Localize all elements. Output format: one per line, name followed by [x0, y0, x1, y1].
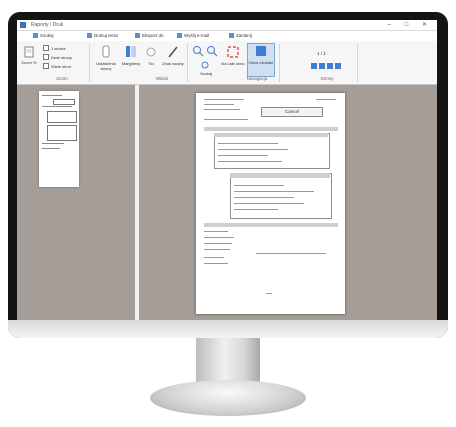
zoom-out-button[interactable] — [205, 45, 219, 59]
search-icon — [33, 33, 38, 38]
thumbnail-panel — [17, 85, 135, 320]
zoom-out-icon — [207, 46, 218, 57]
export-icon — [135, 33, 140, 38]
margins-icon — [126, 46, 136, 57]
zoom-percent-button[interactable]: Zoom % — [21, 46, 37, 65]
window-title: Raporty / Druk — [31, 22, 64, 28]
export-button[interactable]: Eksport do — [135, 31, 164, 41]
zoom-in-button[interactable] — [191, 45, 205, 59]
group-separator — [187, 44, 188, 82]
screen: Raporty / Druk – □ ✕ Szukaj Drukuj teraz… — [17, 20, 437, 320]
document-page: Cancel — [196, 93, 345, 314]
view-group-label: Widok — [155, 76, 169, 81]
zoom-option-many-pages[interactable]: Wiele stron — [43, 63, 71, 69]
page-setup-icon — [102, 45, 110, 58]
close-report-button[interactable]: Zamknij — [229, 31, 252, 41]
quick-toolbar: Szukaj Drukuj teraz Eksport do Wyślij e-… — [17, 31, 437, 41]
search-button[interactable]: Szukaj — [33, 31, 54, 41]
navigation-group-label: Nawigacja — [246, 76, 268, 81]
monitor-chin — [8, 320, 448, 338]
thumbnail-icon — [256, 46, 266, 56]
fit-window-icon — [227, 46, 239, 58]
ribbon: Zoom % 1 strona Dwie strony Wiele stron … — [17, 41, 437, 85]
app-icon — [20, 22, 26, 28]
background-icon — [146, 47, 156, 57]
printer-icon — [87, 33, 92, 38]
last-page-button[interactable] — [335, 63, 341, 69]
cancel-button[interactable]: Cancel — [261, 107, 323, 117]
fit-window-button[interactable]: Na całe okno — [221, 45, 245, 66]
print-now-button[interactable]: Drukuj teraz — [87, 31, 118, 41]
pen-icon — [168, 46, 178, 58]
window-titlebar: Raporty / Druk – □ ✕ — [17, 20, 437, 31]
email-button[interactable]: Wyślij e-mail — [177, 31, 209, 41]
search-ribbon-button[interactable]: Szukaj — [193, 61, 219, 76]
report-table-middle — [230, 173, 332, 219]
window-controls[interactable]: – □ ✕ — [388, 20, 433, 30]
zoom-in-icon — [193, 46, 204, 57]
group-separator — [279, 44, 280, 82]
page-icon — [24, 46, 34, 58]
monitor-stand-base — [150, 380, 306, 416]
page-setup-button[interactable]: Ustawienia strony — [93, 45, 119, 71]
close-icon[interactable]: ✕ — [422, 22, 433, 28]
pages-group-label: Strony — [320, 76, 334, 81]
report-table-top — [214, 133, 330, 169]
first-page-button[interactable] — [311, 63, 317, 69]
group-separator — [357, 44, 358, 82]
email-icon — [177, 33, 182, 38]
search-icon — [201, 61, 209, 69]
zoom-option-two-pages[interactable]: Dwie strony — [43, 54, 72, 60]
margins-button[interactable]: Marginesy — [121, 45, 141, 66]
group-separator — [89, 44, 90, 82]
previous-page-button[interactable] — [319, 63, 325, 69]
next-page-button[interactable] — [327, 63, 333, 69]
page-readout: 1 / 1 — [317, 51, 326, 56]
close-icon — [229, 33, 234, 38]
watermark-button[interactable]: Znak wodny — [161, 45, 185, 66]
zoom-option-one-page[interactable]: 1 strona — [43, 45, 65, 51]
background-button[interactable]: Tło — [143, 45, 159, 66]
thumbnail-window-button[interactable]: Okno miniatur — [247, 43, 275, 77]
preview-panel: Cancel — [139, 85, 437, 320]
page-thumbnail[interactable] — [39, 91, 79, 187]
zoom-group-label: Zoom — [56, 76, 68, 81]
